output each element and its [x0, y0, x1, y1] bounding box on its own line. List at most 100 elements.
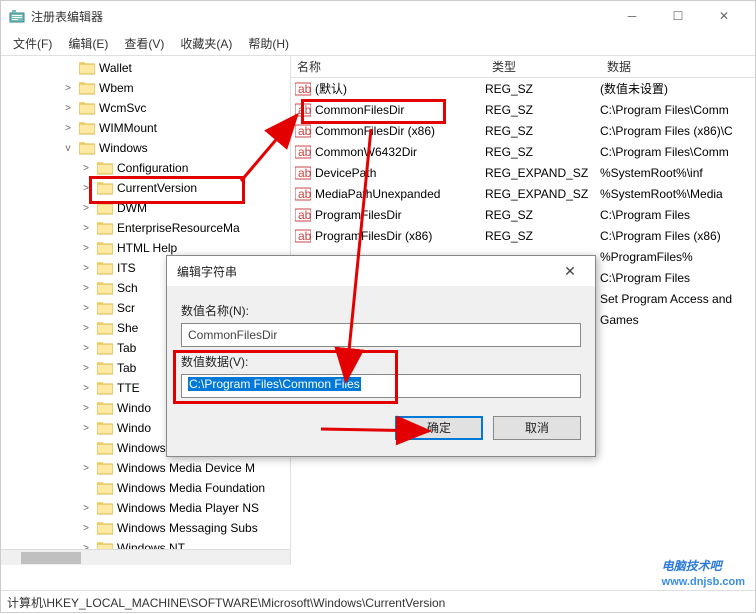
tree-item[interactable]: >Windows Media Player NS	[1, 498, 290, 518]
tree-item-label: Sch	[117, 281, 138, 295]
expand-icon[interactable]: >	[79, 423, 93, 434]
menubar: 文件(F) 编辑(E) 查看(V) 收藏夹(A) 帮助(H)	[1, 31, 755, 55]
tree-item[interactable]: >Windows Media Device M	[1, 458, 290, 478]
watermark-text: 电脑技术吧	[662, 559, 722, 573]
tree-item-label: Windo	[117, 401, 151, 415]
value-type: REG_SZ	[485, 208, 600, 222]
tree-item-label: Windows Messaging Subs	[117, 521, 258, 535]
dialog-titlebar[interactable]: 编辑字符串 ✕	[167, 256, 595, 286]
expand-icon[interactable]: >	[61, 123, 75, 134]
folder-icon	[79, 61, 95, 75]
expand-icon[interactable]: >	[79, 283, 93, 294]
expand-icon[interactable]: >	[79, 263, 93, 274]
tree-item[interactable]: Windows Media Foundation	[1, 478, 290, 498]
tree-item[interactable]: > Windows Messaging Subs	[1, 518, 290, 538]
ok-button[interactable]: 确定	[395, 416, 483, 440]
folder-icon	[97, 441, 113, 455]
folder-icon	[79, 101, 95, 115]
column-type[interactable]: 类型	[486, 56, 601, 77]
expand-icon[interactable]: >	[79, 183, 93, 194]
dialog-close-button[interactable]: ✕	[555, 263, 585, 280]
list-row[interactable]: ab(默认)REG_SZ(数值未设置)	[291, 78, 755, 99]
menu-help[interactable]: 帮助(H)	[240, 33, 297, 54]
list-row[interactable]: abMediaPathUnexpandedREG_EXPAND_SZ%Syste…	[291, 183, 755, 204]
tree-item-label: WcmSvc	[99, 101, 146, 115]
value-type: REG_SZ	[485, 82, 600, 96]
watermark-url: www.dnjsb.com	[662, 576, 745, 588]
tree-item[interactable]: Wallet	[1, 58, 290, 78]
folder-icon	[97, 461, 113, 475]
value-data-label: 数值数据(V):	[181, 353, 581, 370]
value-data: %ProgramFiles%	[600, 250, 755, 264]
value-data-input[interactable]: C:\Program Files\Common Files	[181, 374, 581, 398]
folder-icon	[97, 281, 113, 295]
value-data: C:\Program Files\Comm	[600, 103, 755, 117]
dialog-title-text: 编辑字符串	[177, 263, 555, 280]
tree-item-label: She	[117, 321, 138, 335]
value-data: Games	[600, 313, 755, 327]
list-row[interactable]: abDevicePathREG_EXPAND_SZ%SystemRoot%\in…	[291, 162, 755, 183]
expand-icon[interactable]: >	[79, 323, 93, 334]
value-data: Set Program Access and	[600, 292, 755, 306]
expand-icon[interactable]: >	[61, 83, 75, 94]
expand-icon[interactable]: >	[79, 203, 93, 214]
svg-text:ab: ab	[298, 82, 311, 96]
column-name[interactable]: 名称	[291, 56, 486, 77]
value-name-input[interactable]	[181, 323, 581, 347]
expand-icon[interactable]: >	[79, 403, 93, 414]
minimize-button[interactable]: ─	[609, 1, 655, 31]
tree-item-label: TTE	[117, 381, 140, 395]
list-row[interactable]: abProgramFilesDir (x86)REG_SZC:\Program …	[291, 225, 755, 246]
tree-item-label: Windo	[117, 421, 151, 435]
expand-icon[interactable]: >	[79, 363, 93, 374]
maximize-button[interactable]: ☐	[655, 1, 701, 31]
menu-view[interactable]: 查看(V)	[116, 33, 172, 54]
value-type: REG_SZ	[485, 124, 600, 138]
expand-icon[interactable]: >	[79, 523, 93, 534]
value-data: C:\Program Files (x86)\C	[600, 124, 755, 138]
tree-item[interactable]: > WcmSvc	[1, 98, 290, 118]
expand-icon[interactable]: >	[79, 243, 93, 254]
list-row[interactable]: abProgramFilesDirREG_SZC:\Program Files	[291, 204, 755, 225]
cancel-button[interactable]: 取消	[493, 416, 581, 440]
tree-item[interactable]: > Configuration	[1, 158, 290, 178]
tree-horizontal-scrollbar[interactable]	[1, 549, 290, 565]
tree-item-label: ITS	[117, 261, 136, 275]
window-title: 注册表编辑器	[31, 8, 609, 25]
window-controls: ─ ☐ ✕	[609, 1, 747, 31]
tree-item[interactable]: >EnterpriseResourceMa	[1, 218, 290, 238]
tree-item[interactable]: vWindows	[1, 138, 290, 158]
tree-item-label: Configuration	[117, 161, 188, 175]
value-data: C:\Program Files\Comm	[600, 145, 755, 159]
expand-icon[interactable]: >	[79, 383, 93, 394]
svg-text:ab: ab	[298, 229, 311, 243]
expand-icon[interactable]: >	[79, 463, 93, 474]
expand-icon[interactable]: >	[61, 103, 75, 114]
tree-item[interactable]: >Wbem	[1, 78, 290, 98]
list-row[interactable]: abCommonW6432DirREG_SZC:\Program Files\C…	[291, 141, 755, 162]
value-name: MediaPathUnexpanded	[315, 187, 485, 201]
tree-item-label: Scr	[117, 301, 135, 315]
menu-edit[interactable]: 编辑(E)	[60, 33, 116, 54]
expand-icon[interactable]: v	[61, 143, 75, 154]
value-type: REG_SZ	[485, 103, 600, 117]
value-data: (数值未设置)	[600, 80, 755, 97]
svg-text:ab: ab	[298, 187, 311, 201]
tree-item[interactable]: >WIMMount	[1, 118, 290, 138]
expand-icon[interactable]: >	[79, 223, 93, 234]
column-data[interactable]: 数据	[601, 56, 755, 77]
expand-icon[interactable]: >	[79, 303, 93, 314]
expand-icon[interactable]: >	[79, 503, 93, 514]
expand-icon[interactable]: >	[79, 343, 93, 354]
tree-item[interactable]: >CurrentVersion	[1, 178, 290, 198]
folder-icon	[97, 521, 113, 535]
menu-favorites[interactable]: 收藏夹(A)	[172, 33, 240, 54]
string-value-icon: ab	[295, 144, 311, 160]
close-button[interactable]: ✕	[701, 1, 747, 31]
site-watermark: 电脑技术吧 www.dnjsb.com	[662, 553, 745, 588]
folder-icon	[97, 501, 113, 515]
menu-file[interactable]: 文件(F)	[5, 33, 60, 54]
edit-string-dialog: 编辑字符串 ✕ 数值名称(N): 数值数据(V): C:\Program Fil…	[166, 255, 596, 457]
string-value-icon: ab	[295, 165, 311, 181]
expand-icon[interactable]: >	[79, 163, 93, 174]
